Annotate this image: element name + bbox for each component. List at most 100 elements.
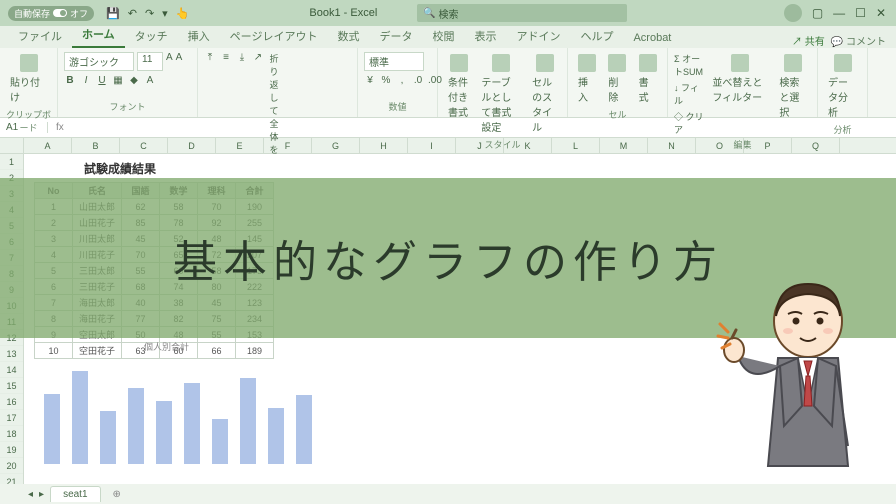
col-header[interactable]: C <box>120 138 168 153</box>
add-sheet-icon[interactable]: ⊕ <box>107 489 127 500</box>
titlebar: 自動保存 オフ 💾 ↶ ↷ ▾ 👆 Book1 - Excel 🔍 検索 ▢ —… <box>0 0 896 26</box>
format-icon <box>639 54 657 72</box>
fx-icon[interactable]: fx <box>48 122 72 133</box>
tab-acrobat[interactable]: Acrobat <box>623 28 681 48</box>
col-header[interactable]: I <box>408 138 456 153</box>
tab-data[interactable]: データ <box>369 24 422 48</box>
col-header[interactable]: A <box>24 138 72 153</box>
row-header[interactable]: 18 <box>0 426 23 442</box>
col-header[interactable]: O <box>696 138 744 153</box>
minimize-icon[interactable]: — <box>833 6 845 20</box>
col-header[interactable]: P <box>744 138 792 153</box>
tab-help[interactable]: ヘルプ <box>570 24 623 48</box>
col-header[interactable]: D <box>168 138 216 153</box>
currency-icon[interactable]: ¥ <box>364 75 376 86</box>
border-icon[interactable]: ▦ <box>112 75 124 86</box>
col-header[interactable]: E <box>216 138 264 153</box>
bar <box>156 401 172 464</box>
search-icon: 🔍 <box>423 8 435 19</box>
col-header[interactable]: B <box>72 138 120 153</box>
sheet-nav-prev-icon[interactable]: ◂ <box>28 489 33 500</box>
search-placeholder: 検索 <box>439 6 459 21</box>
col-header[interactable]: M <box>600 138 648 153</box>
sheet-tab[interactable]: seat1 <box>50 486 100 502</box>
row-header[interactable]: 20 <box>0 458 23 474</box>
autosum-button[interactable]: Σ オートSUM <box>674 52 704 78</box>
tab-view[interactable]: 表示 <box>464 24 506 48</box>
find-select-button[interactable]: 検索と選択 <box>775 52 811 121</box>
analysis-icon <box>834 54 852 72</box>
search-box[interactable]: 🔍 検索 <box>417 4 627 22</box>
col-header[interactable]: G <box>312 138 360 153</box>
row-header[interactable]: 15 <box>0 378 23 394</box>
sheet-nav-next-icon[interactable]: ▸ <box>39 489 44 500</box>
paste-button[interactable]: 貼り付け <box>6 52 51 106</box>
row-header[interactable]: 17 <box>0 410 23 426</box>
row-header[interactable]: 14 <box>0 362 23 378</box>
touch-mode-icon[interactable]: 👆 <box>176 7 190 20</box>
delete-cells-button[interactable]: 削除 <box>604 52 630 106</box>
close-icon[interactable]: ✕ <box>876 6 886 20</box>
qat-dropdown-icon[interactable]: ▾ <box>162 7 168 20</box>
bar <box>100 411 116 464</box>
comma-icon[interactable]: , <box>396 75 408 86</box>
format-table-button[interactable]: テーブルとして書式設定 <box>477 52 524 136</box>
increase-font-icon[interactable]: A <box>166 52 173 71</box>
row-header[interactable]: 13 <box>0 346 23 362</box>
font-size-select[interactable]: 11 <box>137 52 163 71</box>
tab-insert[interactable]: 挿入 <box>178 24 220 48</box>
conditional-format-button[interactable]: 条件付き書式 <box>444 52 473 121</box>
autosave-toggle[interactable]: 自動保存 オフ <box>8 6 94 21</box>
tab-home[interactable]: ホーム <box>72 22 125 48</box>
redo-icon[interactable]: ↷ <box>145 7 154 20</box>
tab-addin[interactable]: アドイン <box>506 24 570 48</box>
tab-file[interactable]: ファイル <box>8 24 72 48</box>
tab-review[interactable]: 校閲 <box>422 24 464 48</box>
italic-icon[interactable]: I <box>80 75 92 86</box>
insert-icon <box>578 54 596 72</box>
col-header[interactable]: N <box>648 138 696 153</box>
col-header[interactable]: H <box>360 138 408 153</box>
group-analysis-label: 分析 <box>824 121 861 136</box>
format-cells-button[interactable]: 書式 <box>635 52 661 106</box>
user-avatar-icon[interactable] <box>784 4 802 22</box>
tab-formula[interactable]: 数式 <box>327 24 369 48</box>
name-box[interactable]: A1 <box>0 122 48 133</box>
underline-icon[interactable]: U <box>96 75 108 86</box>
row-header[interactable]: 1 <box>0 154 23 170</box>
undo-icon[interactable]: ↶ <box>128 7 137 20</box>
col-header[interactable]: K <box>504 138 552 153</box>
table-title: 試験成績結果 <box>84 160 156 177</box>
fill-button[interactable]: ↓ フィル <box>674 81 704 107</box>
data-analysis-button[interactable]: データ分析 <box>824 52 861 121</box>
bold-icon[interactable]: B <box>64 75 76 86</box>
cell-styles-button[interactable]: セルのスタイル <box>528 52 561 136</box>
decrease-font-icon[interactable]: A <box>176 52 183 71</box>
clear-button[interactable]: ◇ クリア <box>674 110 704 136</box>
row-header[interactable]: 19 <box>0 442 23 458</box>
save-icon[interactable]: 💾 <box>106 7 120 20</box>
number-format-select[interactable]: 標準 <box>364 52 424 71</box>
row-header[interactable]: 16 <box>0 394 23 410</box>
fill-color-icon[interactable]: ◆ <box>128 75 140 86</box>
col-header[interactable]: Q <box>792 138 840 153</box>
col-header[interactable]: L <box>552 138 600 153</box>
tab-touch[interactable]: タッチ <box>125 24 178 48</box>
bar <box>212 419 228 464</box>
percent-icon[interactable]: % <box>380 75 392 86</box>
select-all-corner[interactable] <box>0 138 24 153</box>
col-header[interactable]: F <box>264 138 312 153</box>
bar <box>296 395 312 464</box>
sort-filter-button[interactable]: 並べ替えとフィルター <box>708 52 771 106</box>
tab-layout[interactable]: ページレイアウト <box>220 24 328 48</box>
col-header[interactable]: J <box>456 138 504 153</box>
font-color-icon[interactable]: A <box>144 75 156 86</box>
ribbon-display-icon[interactable]: ▢ <box>812 6 823 20</box>
maximize-icon[interactable]: ☐ <box>855 6 866 20</box>
dec-inc-icon[interactable]: .0 <box>412 75 424 86</box>
row-header[interactable]: 21 <box>0 474 23 484</box>
comment-button[interactable]: 💬 コメント <box>831 33 886 48</box>
insert-cells-button[interactable]: 挿入 <box>574 52 600 106</box>
font-name-select[interactable]: 游ゴシック <box>64 52 134 71</box>
share-button[interactable]: ↗ 共有 <box>792 33 825 48</box>
